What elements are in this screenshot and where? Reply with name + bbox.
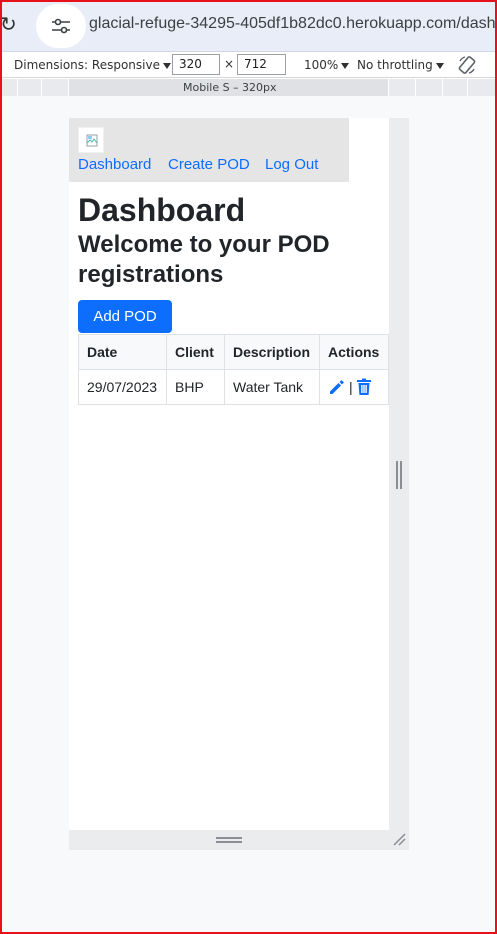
nav-link-dashboard[interactable]: Dashboard xyxy=(78,156,151,173)
column-header-client: Client xyxy=(166,334,225,370)
media-query-segment[interactable] xyxy=(389,79,416,96)
cell-client: BHP xyxy=(166,369,225,405)
nav-link-create-pod[interactable]: Create POD xyxy=(168,156,250,173)
zoom-label: 100% xyxy=(304,58,339,72)
cell-actions: | xyxy=(319,369,389,405)
media-query-segment[interactable] xyxy=(443,79,468,96)
media-query-label: Mobile S – 320px xyxy=(183,81,277,94)
broken-image-icon xyxy=(86,134,98,147)
media-query-segment[interactable] xyxy=(468,79,497,96)
zoom-dropdown[interactable]: 100% xyxy=(304,58,350,72)
width-input[interactable]: 320 xyxy=(172,54,220,75)
corner-resize-icon[interactable] xyxy=(392,832,406,846)
table-row: 29/07/2023 BHP Water Tank | xyxy=(78,369,389,405)
url-text[interactable]: glacial-refuge-34295-405df1b82dc0.heroku… xyxy=(89,15,497,33)
height-input[interactable]: 712 xyxy=(237,54,286,75)
media-query-bar: Mobile S – 320px xyxy=(0,79,497,96)
media-query-segment[interactable] xyxy=(18,79,42,96)
pencil-icon[interactable] xyxy=(328,378,346,396)
times-sign: × xyxy=(224,57,235,71)
cell-description: Water Tank xyxy=(224,369,320,405)
cell-date: 29/07/2023 xyxy=(78,369,167,405)
trash-icon[interactable] xyxy=(356,378,372,396)
tune-icon xyxy=(52,18,70,34)
media-query-segment[interactable] xyxy=(0,79,18,96)
logo[interactable] xyxy=(78,127,104,153)
action-separator: | xyxy=(349,379,353,396)
chevron-down-icon xyxy=(162,62,171,69)
resize-grip-icon[interactable] xyxy=(396,461,402,489)
app-navbar: Dashboard Create POD Log Out xyxy=(69,118,349,182)
site-info-button[interactable] xyxy=(36,4,86,48)
add-pod-button[interactable]: Add POD xyxy=(78,300,172,333)
column-header-actions: Actions xyxy=(319,334,389,370)
throttling-dropdown[interactable]: No throttling xyxy=(357,58,444,72)
throttling-label: No throttling xyxy=(357,58,433,72)
page-title: Dashboard xyxy=(78,192,246,228)
device-viewport: Dashboard Create POD Log Out Dashboard W… xyxy=(69,118,389,830)
column-header-date: Date xyxy=(78,334,167,370)
address-bar: ↻ glacial-refuge-34295-405df1b82dc0.hero… xyxy=(0,0,497,52)
page-subtitle: Welcome to your POD registrations xyxy=(78,231,330,288)
media-query-segment[interactable] xyxy=(42,79,69,96)
pod-table: Date Client Description Actions 29/07/20… xyxy=(78,334,389,405)
resize-grip-icon[interactable] xyxy=(216,837,242,843)
reload-icon[interactable]: ↻ xyxy=(0,12,17,36)
table-header-row: Date Client Description Actions xyxy=(78,334,389,370)
dimensions-label: Dimensions: Responsive xyxy=(14,58,160,72)
column-header-description: Description xyxy=(224,334,320,370)
chevron-down-icon xyxy=(435,62,444,69)
nav-link-log-out[interactable]: Log Out xyxy=(265,156,318,173)
media-query-segment[interactable] xyxy=(416,79,443,96)
chevron-down-icon xyxy=(341,62,350,69)
device-toolbar: Dimensions: Responsive 320 × 712 100% No… xyxy=(0,52,497,78)
dimensions-dropdown[interactable]: Dimensions: Responsive xyxy=(14,58,171,72)
rotate-icon[interactable] xyxy=(457,55,477,75)
